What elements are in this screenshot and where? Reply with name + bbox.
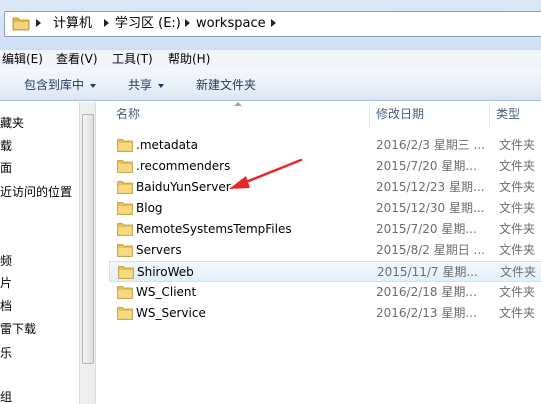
- file-list: .metadata 2016/2/3 星期三 ... 文件夹 .recommen…: [96, 135, 541, 404]
- nav-item-music[interactable]: 乐: [0, 343, 12, 363]
- folder-icon: [117, 181, 133, 194]
- nav-item-downloads[interactable]: 载: [0, 136, 12, 156]
- file-date: 2015/7/20 星期...: [376, 222, 477, 236]
- file-type: 文件夹: [499, 222, 536, 236]
- column-header-row: 名称 修改日期 类型: [96, 102, 541, 127]
- nav-item-pictures[interactable]: 片: [0, 273, 12, 293]
- file-row[interactable]: WS_Service 2016/2/13 星期... 文件夹: [109, 303, 541, 324]
- scrollbar-thumb[interactable]: [82, 114, 94, 364]
- file-row[interactable]: RemoteSystemsTempFiles 2015/7/20 星期... 文…: [109, 219, 541, 240]
- nav-item-favorites[interactable]: 藏夹: [0, 113, 24, 133]
- file-date: 2016/2/3 星期三 ...: [376, 138, 485, 152]
- file-date: 2016/2/13 星期...: [376, 306, 477, 320]
- menu-help[interactable]: 帮助(H): [168, 51, 210, 68]
- file-name: Blog: [136, 201, 163, 215]
- folder-icon: [117, 223, 133, 236]
- address-bar[interactable]: 计算机 学习区 (E:) workspace: [4, 11, 541, 37]
- file-type: 文件夹: [499, 243, 536, 257]
- chevron-down-icon[interactable]: [158, 84, 164, 88]
- address-bar-strip: 计算机 学习区 (E:) workspace: [0, 0, 541, 50]
- column-header-type[interactable]: 类型: [496, 102, 520, 127]
- column-header-name[interactable]: 名称: [116, 102, 140, 127]
- file-type: 文件夹: [499, 180, 536, 194]
- file-row-selected[interactable]: ShiroWeb 2015/11/7 星期... 文件夹: [109, 261, 541, 282]
- sort-ascending-icon: [234, 102, 242, 106]
- file-name: ShiroWeb: [137, 265, 194, 279]
- file-name: BaiduYunServer: [136, 180, 231, 194]
- folder-icon: [117, 307, 133, 320]
- file-name: RemoteSystemsTempFiles: [136, 222, 292, 236]
- file-name: WS_Client: [136, 285, 197, 299]
- file-date: 2015/12/23 星期...: [376, 180, 485, 194]
- menu-view[interactable]: 查看(V): [56, 51, 98, 68]
- breadcrumb-separator-icon[interactable]: [104, 19, 109, 27]
- new-folder-button[interactable]: 新建文件夹: [196, 77, 256, 94]
- nav-item-videos[interactable]: 频: [0, 251, 12, 271]
- file-row[interactable]: Servers 2015/8/2 星期日 ... 文件夹: [109, 240, 541, 261]
- breadcrumb-drive[interactable]: 学习区 (E:): [115, 15, 181, 33]
- folder-icon: [117, 244, 133, 257]
- chevron-down-icon[interactable]: [90, 84, 96, 88]
- file-type: 文件夹: [500, 265, 537, 279]
- file-row[interactable]: Blog 2015/12/30 星期... 文件夹: [109, 198, 541, 219]
- file-date: 2016/2/18 星期...: [376, 285, 477, 299]
- nav-item-desktop[interactable]: 面: [0, 158, 12, 178]
- folder-icon: [117, 139, 133, 152]
- file-type: 文件夹: [499, 201, 536, 215]
- file-name: WS_Service: [136, 306, 206, 320]
- file-date: 2015/12/30 星期...: [376, 201, 485, 215]
- folder-icon: [117, 160, 133, 173]
- file-type: 文件夹: [499, 285, 536, 299]
- column-divider[interactable]: [489, 102, 490, 127]
- share-button[interactable]: 共享: [128, 77, 152, 94]
- file-row[interactable]: WS_Client 2016/2/18 星期... 文件夹: [109, 282, 541, 303]
- file-name: .recommenders: [136, 159, 231, 173]
- breadcrumb-workspace[interactable]: workspace: [196, 15, 266, 33]
- folder-icon: [117, 202, 133, 215]
- nav-item-homegroup[interactable]: 组: [0, 387, 12, 404]
- file-row[interactable]: .recommenders 2015/7/20 星期... 文件夹: [109, 156, 541, 177]
- include-in-library-button[interactable]: 包含到库中: [24, 77, 84, 94]
- file-name: Servers: [136, 243, 182, 257]
- breadcrumb-separator-icon[interactable]: [36, 19, 41, 27]
- folder-icon: [118, 266, 134, 279]
- file-type: 文件夹: [499, 306, 536, 320]
- file-date: 2015/11/7 星期...: [377, 265, 478, 279]
- breadcrumb-computer[interactable]: 计算机: [53, 15, 92, 33]
- nav-item-thunder-downloads[interactable]: 雷下载: [0, 319, 36, 339]
- nav-item-documents[interactable]: 档: [0, 296, 12, 316]
- file-name: .metadata: [136, 138, 198, 152]
- file-date: 2015/8/2 星期日 ...: [376, 243, 485, 257]
- column-divider[interactable]: [369, 102, 370, 127]
- breadcrumb-separator-icon[interactable]: [271, 19, 276, 27]
- menu-bar: 编辑(E) 查看(V) 工具(T) 帮助(H): [0, 50, 541, 69]
- folder-icon: [12, 17, 30, 31]
- file-type: 文件夹: [499, 138, 536, 152]
- file-date: 2015/7/20 星期...: [376, 159, 477, 173]
- file-type: 文件夹: [499, 159, 536, 173]
- menu-edit[interactable]: 编辑(E): [2, 51, 43, 68]
- navigation-scrollbar[interactable]: [79, 102, 96, 404]
- folder-icon: [117, 286, 133, 299]
- nav-item-recent-places[interactable]: 近访问的位置: [0, 182, 72, 202]
- menu-tools[interactable]: 工具(T): [112, 51, 153, 68]
- column-header-date[interactable]: 修改日期: [376, 102, 424, 127]
- breadcrumb-separator-icon[interactable]: [185, 19, 190, 27]
- command-toolbar: 包含到库中 共享 新建文件夹: [0, 69, 541, 101]
- file-row[interactable]: BaiduYunServer 2015/12/23 星期... 文件夹: [109, 177, 541, 198]
- navigation-pane: 藏夹 载 面 近访问的位置 频 片 档 雷下载 乐 组: [0, 102, 79, 404]
- file-row[interactable]: .metadata 2016/2/3 星期三 ... 文件夹: [109, 135, 541, 156]
